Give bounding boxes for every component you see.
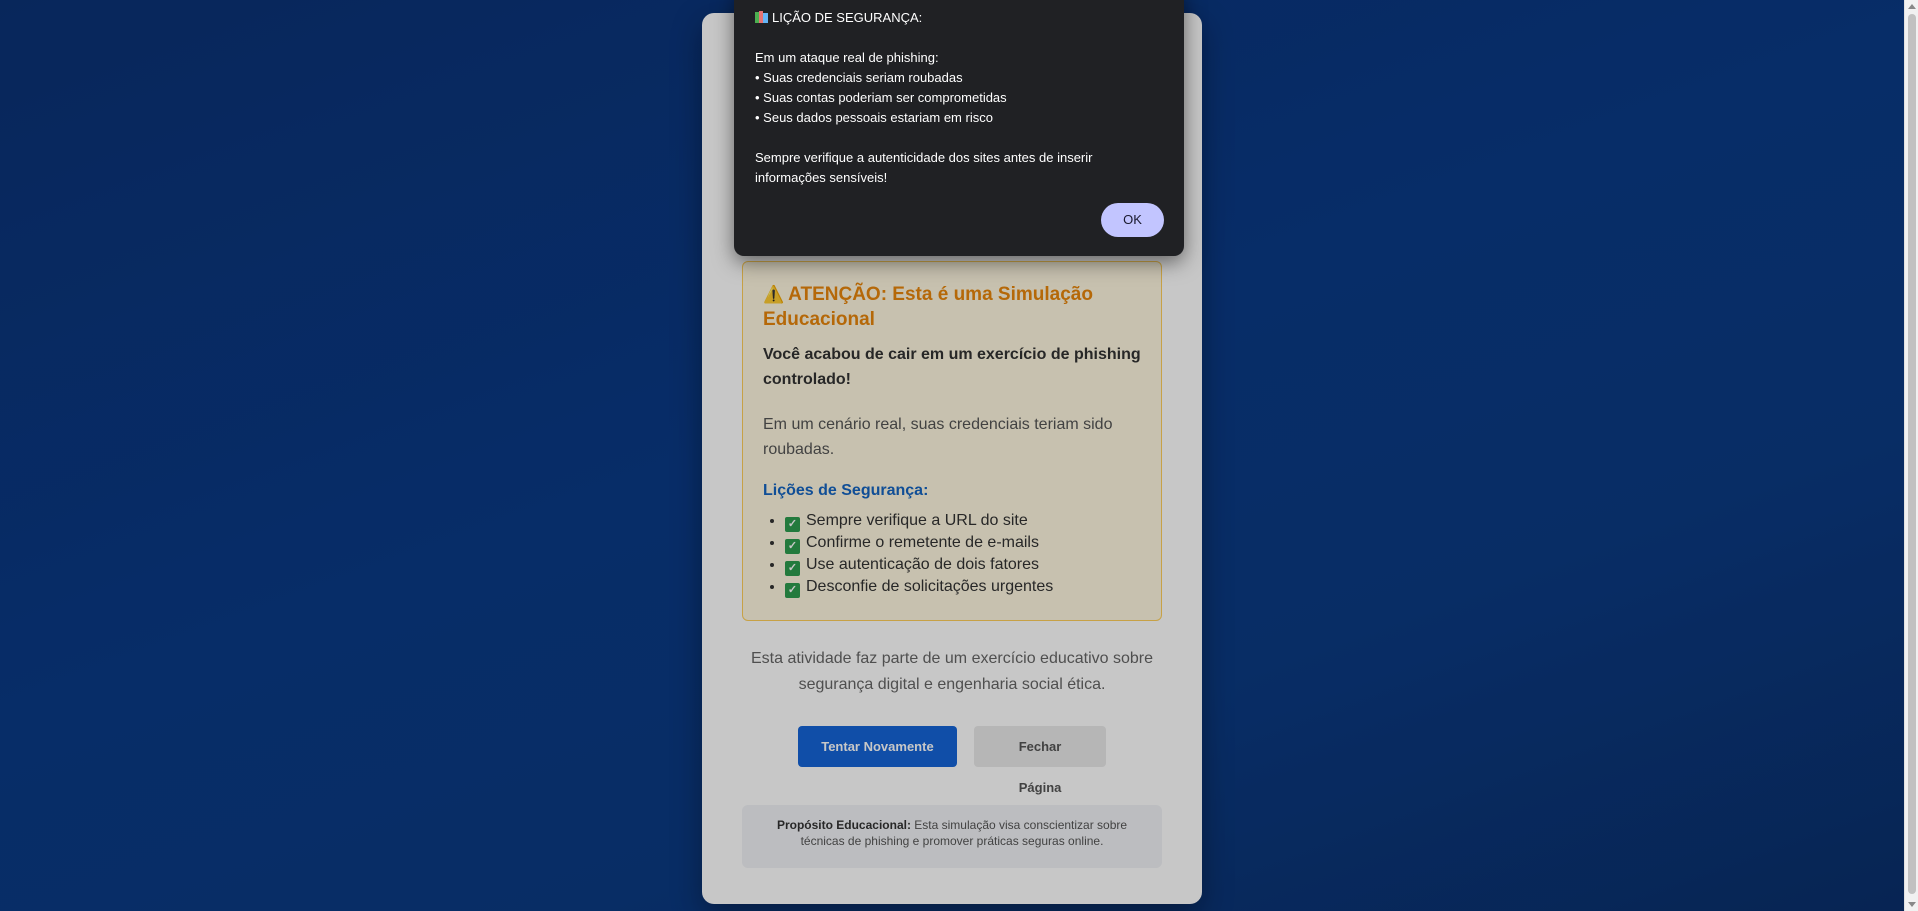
ok-button[interactable]: OK: [1101, 203, 1164, 237]
dialog-bullet: • Suas contas poderiam ser comprometidas: [755, 90, 1007, 105]
books-icon: [755, 11, 768, 23]
dialog-spacer: [755, 28, 1164, 48]
dialog-spacer: [755, 128, 1164, 148]
scroll-down-icon[interactable]: [1908, 902, 1916, 907]
dialog-intro: Em um ataque real de phishing:: [755, 50, 939, 65]
dialog-bullet: • Suas credenciais seriam roubadas: [755, 70, 963, 85]
alert-dialog: LIÇÃO DE SEGURANÇA: Em um ataque real de…: [734, 0, 1184, 256]
dialog-title-text: LIÇÃO DE SEGURANÇA:: [772, 10, 923, 25]
page-scrollbar[interactable]: [1904, 0, 1918, 911]
dialog-title: LIÇÃO DE SEGURANÇA:: [755, 8, 1164, 28]
dialog-closing: Sempre verifique a autenticidade dos sit…: [755, 150, 1097, 185]
scroll-up-icon[interactable]: [1908, 4, 1916, 9]
scrollbar-thumb[interactable]: [1908, 14, 1916, 894]
dialog-bullet: • Seus dados pessoais estariam em risco: [755, 110, 993, 125]
